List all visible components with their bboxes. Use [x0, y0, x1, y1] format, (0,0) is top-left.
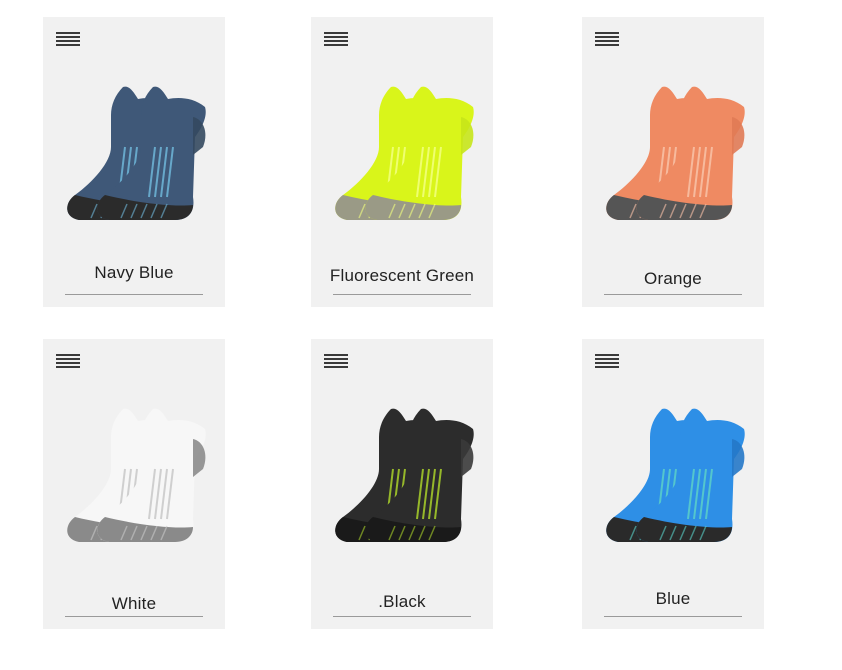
product-label: .Black	[378, 592, 426, 611]
hamburger-menu-icon[interactable]	[595, 31, 619, 47]
sock-pair-icon	[67, 408, 206, 542]
sock-pair-icon	[606, 408, 745, 542]
product-label: Fluorescent Green	[329, 266, 475, 285]
sock-pair-icon	[335, 408, 474, 542]
product-card-orange[interactable]: Orange	[582, 17, 764, 307]
product-card-navy-blue[interactable]: Navy Blue	[43, 17, 225, 307]
sock-pair-icon	[67, 86, 206, 220]
product-label: Orange	[644, 269, 702, 288]
sock-pair-icon	[606, 86, 745, 220]
label-underline	[65, 294, 203, 295]
sock-pair-icon	[335, 86, 474, 220]
product-card-white[interactable]: White	[43, 339, 225, 629]
label-underline	[333, 616, 471, 617]
product-label: White	[111, 594, 157, 613]
hamburger-menu-icon[interactable]	[595, 353, 619, 369]
label-underline	[604, 616, 742, 617]
product-card-fluorescent-green[interactable]: Fluorescent Green	[311, 17, 493, 307]
hamburger-menu-icon[interactable]	[56, 31, 80, 47]
product-card-blue[interactable]: Blue	[582, 339, 764, 629]
label-underline	[604, 294, 742, 295]
product-card-black[interactable]: .Black	[311, 339, 493, 629]
hamburger-menu-icon[interactable]	[56, 353, 80, 369]
label-underline	[65, 616, 203, 617]
hamburger-menu-icon[interactable]	[324, 353, 348, 369]
product-label: Navy Blue	[94, 263, 174, 282]
product-label: Blue	[655, 589, 691, 608]
label-underline	[333, 294, 471, 295]
hamburger-menu-icon[interactable]	[324, 31, 348, 47]
